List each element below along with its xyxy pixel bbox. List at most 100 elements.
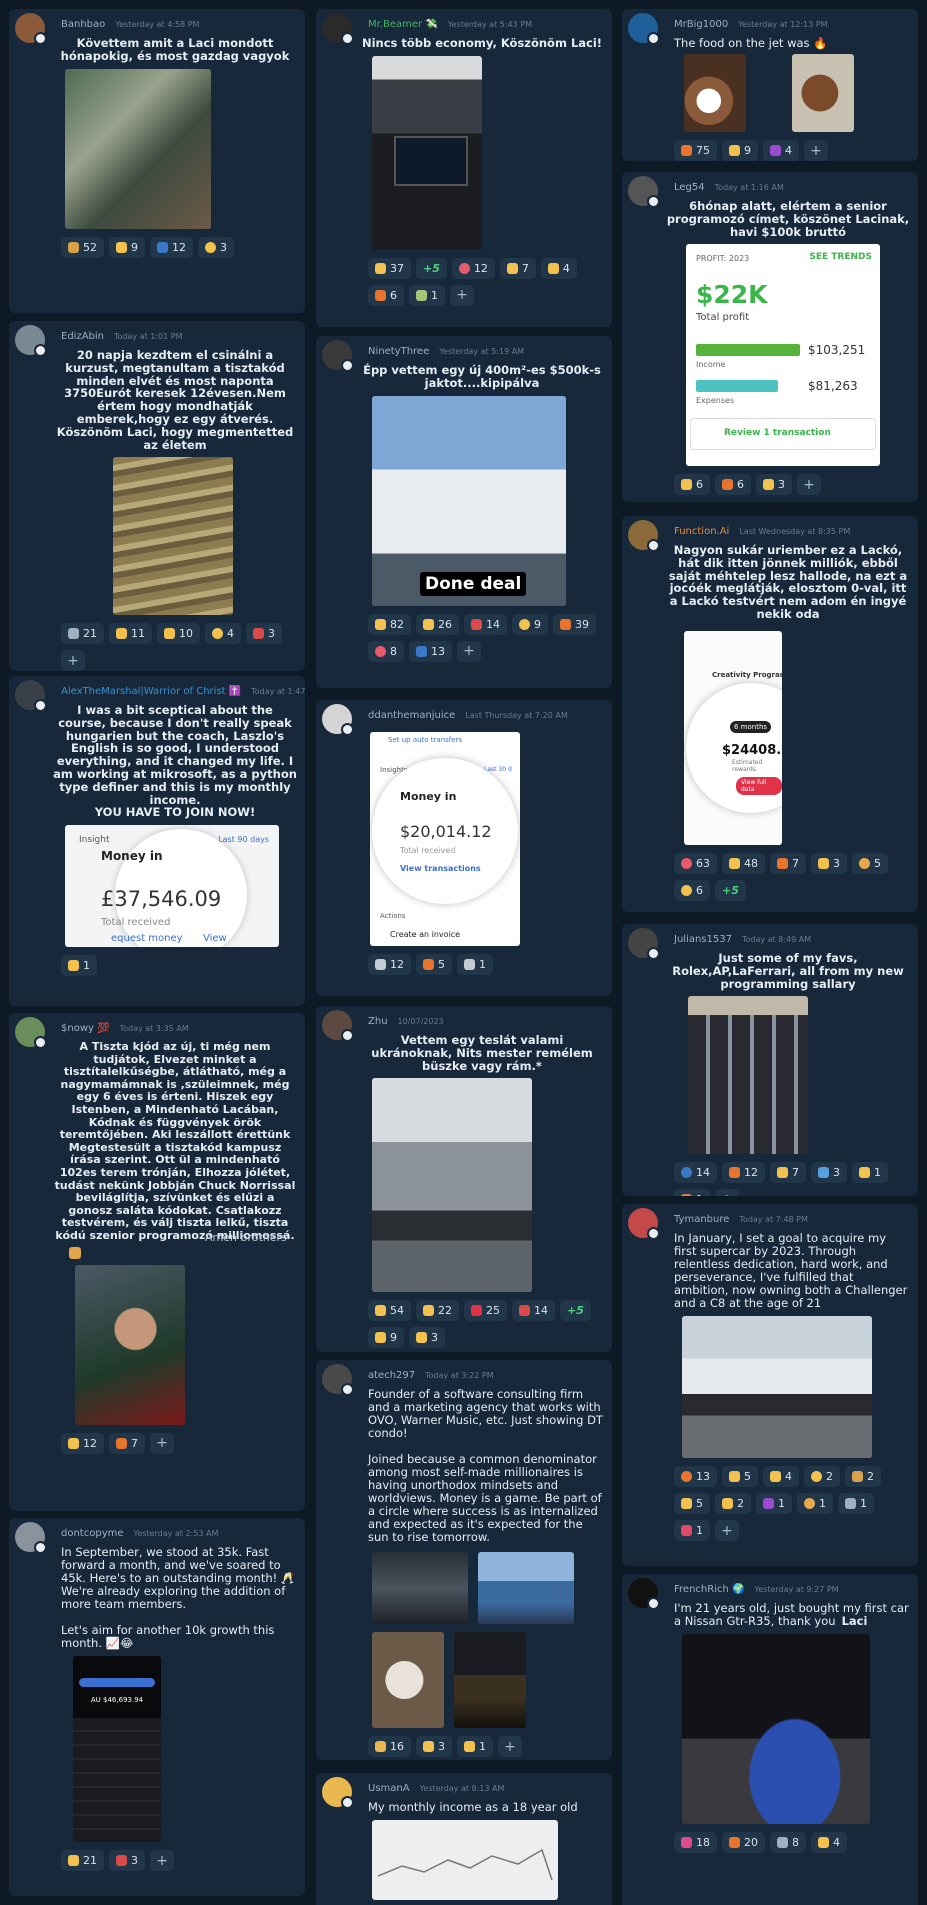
reaction-11[interactable]: 1 [674,1520,710,1541]
reaction-4[interactable]: 4 [811,1832,847,1853]
reaction-4[interactable]: 3 [811,1162,847,1184]
reaction-3[interactable]: 1 [457,1736,493,1757]
post-image[interactable] [372,1820,558,1900]
reaction-extra[interactable]: +5 [715,879,746,901]
reaction-1[interactable]: 14 [674,1162,717,1184]
reaction-6[interactable]: 6 [674,879,710,901]
reaction-9[interactable]: 1 [797,1493,833,1514]
add-reaction-button[interactable]: + [797,474,821,496]
reaction-2[interactable]: 3 [109,1850,145,1871]
avatar[interactable] [15,13,47,45]
reaction-extra[interactable]: +5 [416,257,447,279]
username[interactable]: Banhbao [61,19,105,30]
reaction-5[interactable]: 6 [368,284,404,306]
post-image[interactable] [684,54,746,132]
reaction-5[interactable]: 9 [368,1327,404,1349]
avatar[interactable] [322,704,354,736]
add-reaction-button[interactable]: + [150,1432,174,1454]
post-image[interactable]: Done deal [372,395,566,606]
reaction-5[interactable]: 3 [246,623,282,645]
username[interactable]: MrBig1000 [674,19,728,30]
reaction-3[interactable]: 7 [770,852,806,874]
post-image[interactable] [113,457,233,616]
avatar[interactable] [628,1208,660,1240]
post-image[interactable] [454,1632,526,1728]
reaction-2[interactable]: 6 [715,474,751,496]
username[interactable]: $nowy 💯 [61,1023,110,1034]
post-image[interactable] [792,54,854,132]
reaction-2[interactable]: 3 [416,1736,452,1757]
username[interactable]: FrenchRich 🌍 [674,1584,744,1595]
reaction-2[interactable]: 48 [722,852,765,874]
reaction-4[interactable]: 4 [205,623,241,645]
username[interactable]: Tymanbure [674,1214,729,1225]
avatar[interactable] [322,1010,354,1042]
username[interactable]: Mr.Beamer 💸 [368,19,438,30]
reaction-6[interactable]: 3 [409,1327,445,1349]
reaction-7[interactable]: 13 [409,640,452,662]
avatar[interactable] [322,340,354,372]
reaction-4[interactable]: 2 [804,1466,840,1487]
post-image[interactable] [688,996,808,1155]
post-image[interactable]: Insight Last 90 days Money in £37,546.09… [65,825,279,948]
reaction-1[interactable]: 37 [368,257,411,279]
avatar[interactable] [322,13,354,45]
username[interactable]: EdizAbin [61,331,104,342]
reaction-2[interactable]: 12 [722,1162,765,1184]
username[interactable]: Leg54 [674,182,705,193]
reaction-2[interactable]: 20 [722,1832,765,1853]
reaction-5[interactable]: 1 [852,1162,888,1184]
reaction-thumbsup[interactable]: 1 [61,955,97,977]
reaction-2[interactable]: 5 [722,1466,758,1487]
reaction-3[interactable]: 3 [756,474,792,496]
avatar[interactable] [15,1017,47,1049]
reaction-2[interactable]: 12 [451,257,495,279]
add-reaction-button[interactable]: + [61,650,85,671]
reaction-2[interactable]: 26 [416,613,459,635]
add-reaction-button[interactable]: + [457,640,481,662]
username[interactable]: NinetyThree [368,346,429,357]
post-image[interactable] [682,1634,870,1824]
avatar[interactable] [322,1364,354,1396]
reaction-extra[interactable]: +5 [560,1300,591,1322]
reaction-3[interactable]: 14 [464,613,507,635]
mention-laci[interactable]: Laci [842,1614,868,1628]
reaction-1[interactable]: 82 [368,613,411,635]
reaction-2[interactable]: 22 [416,1300,459,1322]
add-reaction-button[interactable]: + [715,1520,739,1541]
username[interactable]: atech297 [368,1370,415,1381]
reaction-3[interactable]: 4 [763,140,799,161]
post-image[interactable] [372,55,482,250]
reaction-1[interactable]: 12 [368,954,411,975]
reaction-3[interactable]: 4 [763,1466,799,1487]
post-image[interactable]: Set up auto transfers Insights Last 30 d… [370,732,520,946]
reaction-1[interactable]: 6 [674,474,710,496]
reaction-3[interactable]: 1 [457,954,493,975]
username[interactable]: Function.Ai [674,526,729,537]
reaction-1[interactable]: 21 [61,1850,104,1871]
reaction-1[interactable]: 18 [674,1832,717,1853]
add-reaction-button[interactable]: + [804,140,828,161]
reaction-2[interactable]: 5 [416,954,452,975]
avatar[interactable] [628,1578,660,1610]
post-image[interactable] [65,68,211,229]
username[interactable]: Zhu [368,1016,388,1027]
reaction-cap[interactable]: 12 [150,236,193,258]
post-image[interactable] [372,1078,532,1293]
reaction-4[interactable]: 4 [540,257,577,279]
reaction-6[interactable]: 5 [674,1493,710,1514]
reaction-moneybag[interactable]: 52 [61,236,104,258]
reaction-3[interactable]: 7 [770,1162,806,1184]
avatar[interactable] [15,1522,47,1554]
add-reaction-button[interactable]: + [150,1850,174,1871]
reaction-2[interactable]: 9 [722,140,758,161]
reaction-10[interactable]: 1 [838,1493,874,1514]
reaction-1[interactable]: 54 [368,1300,411,1322]
avatar[interactable] [15,680,47,712]
reaction-thumbsup[interactable]: 9 [109,236,145,258]
avatar[interactable] [628,176,660,208]
reaction-7[interactable]: 2 [715,1493,751,1514]
post-image[interactable]: Creativity Program Dashboard 6 months $2… [684,630,782,845]
post-image[interactable] [75,1264,185,1425]
add-reaction-button[interactable]: + [450,284,474,306]
